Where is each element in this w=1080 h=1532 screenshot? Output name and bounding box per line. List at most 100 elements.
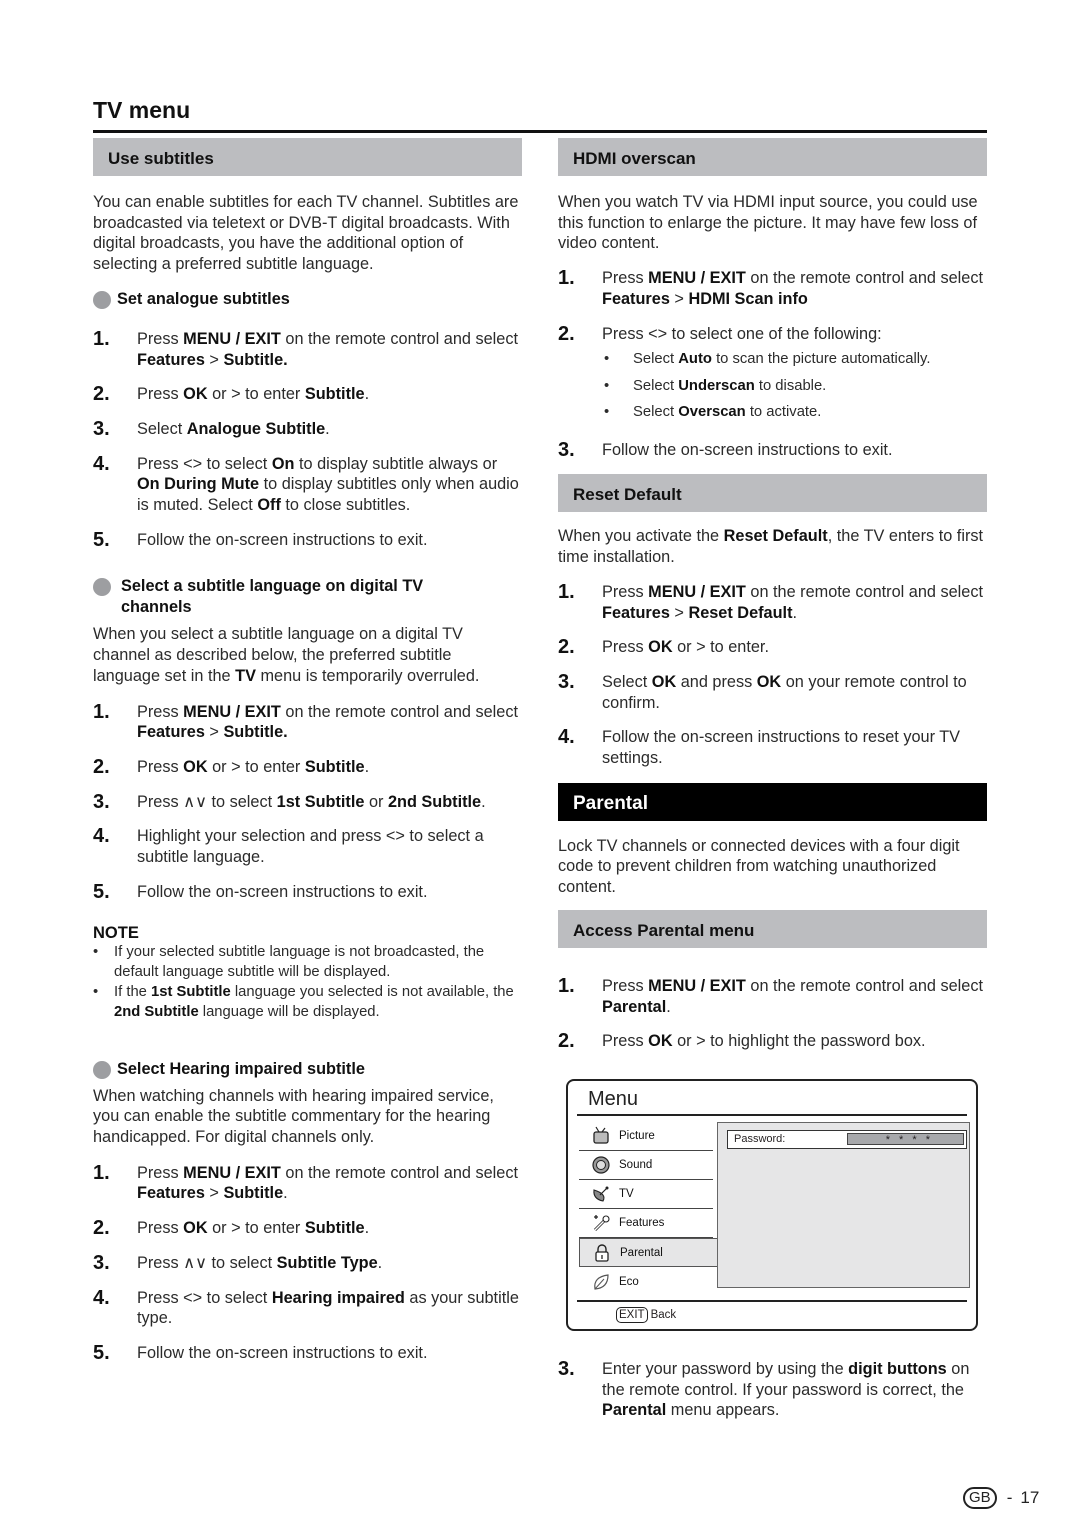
parental-intro: Lock TV channels or connected devices wi…: [558, 836, 960, 897]
step-number: 3.: [558, 1358, 575, 1380]
step-number: 5.: [93, 528, 110, 551]
reset-intro: When you activate the Reset Default, the…: [558, 527, 984, 567]
footer-separator: -: [1006, 1488, 1013, 1507]
step-item: 3. Select Analogue Subtitle.: [93, 419, 522, 440]
step-text: Enter your password by using the digit b…: [602, 1360, 970, 1420]
back-label: Back: [650, 1309, 677, 1321]
digital-steps: 1. Press MENU / EXIT on the remote contro…: [93, 700, 522, 903]
password-input[interactable]: * * * *: [847, 1132, 964, 1146]
password-row: Password: * * * *: [727, 1130, 967, 1149]
step-text: Follow the on-screen instructions to exi…: [137, 1343, 428, 1362]
step-item: 2. Press OK or > to highlight the passwor…: [558, 1031, 987, 1052]
section-header-reset-default: Reset Default: [558, 474, 987, 513]
step-text: Press ∧∨ to select Subtitle Type.: [137, 1253, 383, 1272]
bullet-dot-icon: [93, 578, 111, 597]
step-text: Press <> to select Hearing impaired as y…: [137, 1288, 519, 1328]
step-text: Press MENU / EXIT on the remote control …: [137, 702, 518, 742]
bullet-icon: •: [93, 984, 99, 1001]
bullet-icon: •: [604, 351, 610, 368]
note-text: If your selected subtitle language is no…: [114, 944, 485, 981]
step-item: 1. Press MENU / EXIT on the remote contro…: [93, 1163, 522, 1204]
step-number: 5.: [93, 880, 110, 903]
option-item: • Select Underscan to disable.: [602, 377, 987, 396]
left-column: Use subtitles You can enable subtitles f…: [93, 138, 522, 1378]
step-text: Press MENU / EXIT on the remote control …: [602, 976, 983, 1016]
tv-menu-panel: Password: * * * *: [717, 1122, 970, 1288]
step-item: 1. Press MENU / EXIT on the remote contro…: [558, 582, 987, 623]
hdmi-intro: When you watch TV via HDMI input source,…: [558, 193, 978, 253]
step-number: 3.: [93, 1251, 110, 1274]
subheading-analogue: Set analogue subtitles: [93, 289, 522, 310]
step-text: Press <> to select On to display subtitl…: [137, 454, 519, 515]
tv-menu-back[interactable]: EXIT Back: [616, 1307, 676, 1323]
tv-menu-item-features[interactable]: Features: [579, 1209, 713, 1238]
step-item: 4. Press <> to select Hearing impaired as…: [93, 1286, 522, 1329]
tv-menu-item-picture[interactable]: Picture: [579, 1122, 713, 1151]
subheading-digital-label: Select a subtitle language on digital TV…: [121, 577, 424, 617]
section-header-parental: Parental: [558, 782, 987, 821]
step-text: Press MENU / EXIT on the remote control …: [137, 329, 518, 369]
option-text: Select Overscan to activate.: [633, 404, 822, 421]
note-list: • If your selected subtitle language is n…: [93, 943, 522, 1022]
tv-icon: [591, 1126, 611, 1146]
step-number: 5.: [93, 1341, 110, 1364]
step-number: 3.: [93, 790, 110, 813]
page-footer: GB - 17: [963, 1487, 1039, 1509]
step-item: 5. Follow the on-screen instructions to e…: [93, 530, 522, 551]
tv-menu-item-sound[interactable]: Sound: [579, 1151, 713, 1180]
step-text: Press OK or > to enter.: [602, 638, 769, 657]
step-number: 2.: [558, 636, 575, 659]
tv-menu-bottom-rule: [577, 1300, 967, 1302]
hdmi-steps: 1. Press MENU / EXIT on the remote contro…: [558, 268, 987, 460]
step-number: 1.: [93, 327, 110, 350]
step-number: 4.: [558, 726, 575, 749]
tv-menu-list: Picture Sound TV Features Parental Eco: [579, 1122, 719, 1296]
step-number: 4.: [93, 1286, 110, 1309]
title-rule: [93, 130, 987, 133]
tv-menu-screenshot: Menu Picture Sound TV Features Parental …: [566, 1079, 978, 1331]
step-text: Press MENU / EXIT on the remote control …: [602, 582, 983, 622]
exit-key-icon: EXIT: [616, 1307, 648, 1323]
bullet-dot-icon: [93, 290, 111, 309]
step-text: Follow the on-screen instructions to exi…: [137, 882, 428, 901]
step-item: 5. Follow the on-screen instructions to e…: [93, 1343, 522, 1364]
hdmi-options: • Select Auto to scan the picture automat…: [558, 350, 987, 430]
step-number: 1.: [558, 580, 575, 603]
step-item: 3. Select OK and press OK on your remote …: [558, 672, 987, 713]
step-text: Press OK or > to enter Subtitle.: [137, 757, 370, 776]
subheading-hearing: Select Hearing impaired subtitle: [93, 1059, 522, 1080]
step-item: 2. Press OK or > to enter Subtitle.: [93, 1218, 522, 1239]
subheading-hearing-label: Select Hearing impaired subtitle: [117, 1059, 365, 1078]
option-item: • Select Auto to scan the picture automat…: [602, 350, 987, 369]
lock-icon: [592, 1243, 612, 1263]
password-label: Password:: [734, 1133, 786, 1145]
tv-menu-item-tv[interactable]: TV: [579, 1180, 713, 1209]
step-item: 2. Press OK or > to enter.: [558, 637, 987, 658]
step-number: 4.: [93, 825, 110, 848]
step-text: Select Analogue Subtitle.: [137, 419, 330, 438]
step-item: 4. Follow the on-screen instructions to r…: [558, 727, 987, 768]
tv-menu-item-parental[interactable]: Parental: [579, 1238, 719, 1267]
reset-steps: 1. Press MENU / EXIT on the remote contro…: [558, 582, 987, 769]
option-text: Select Auto to scan the picture automati…: [633, 351, 931, 368]
tv-menu-item-eco[interactable]: Eco: [579, 1267, 713, 1296]
step-text: Press ∧∨ to select 1st Subtitle or 2nd S…: [137, 792, 486, 811]
page-title: TV menu: [93, 97, 191, 123]
step-item: 3. Press ∧∨ to select Subtitle Type.: [93, 1253, 522, 1274]
step-text: Highlight your selection and press <> to…: [137, 827, 484, 867]
step-text: Press OK or > to enter Subtitle.: [137, 1219, 370, 1238]
use-subtitles-intro: You can enable subtitles for each TV cha…: [93, 193, 519, 274]
step-text: Follow the on-screen instructions to res…: [602, 728, 961, 768]
step-item: 1. Press MENU / EXIT on the remote contro…: [558, 976, 987, 1017]
page-number: 17: [1020, 1488, 1040, 1507]
step-item: 4. Highlight your selection and press <> …: [93, 826, 522, 867]
note-text: If the 1st Subtitle language you selecte…: [114, 984, 514, 1020]
access-steps-after: 3. Enter your password by using the digit…: [558, 1359, 987, 1435]
step-number: 1.: [93, 700, 110, 723]
hearing-steps: 1. Press MENU / EXIT on the remote contro…: [93, 1163, 522, 1364]
step-item: 2. Press OK or > to enter Subtitle.: [93, 384, 522, 405]
step-text: Follow the on-screen instructions to exi…: [137, 530, 428, 549]
step-text: Press OK or > to highlight the password …: [602, 1032, 926, 1051]
step-item: 2. Press <> to select one of the followin…: [558, 324, 987, 430]
step-number: 4.: [93, 452, 110, 475]
